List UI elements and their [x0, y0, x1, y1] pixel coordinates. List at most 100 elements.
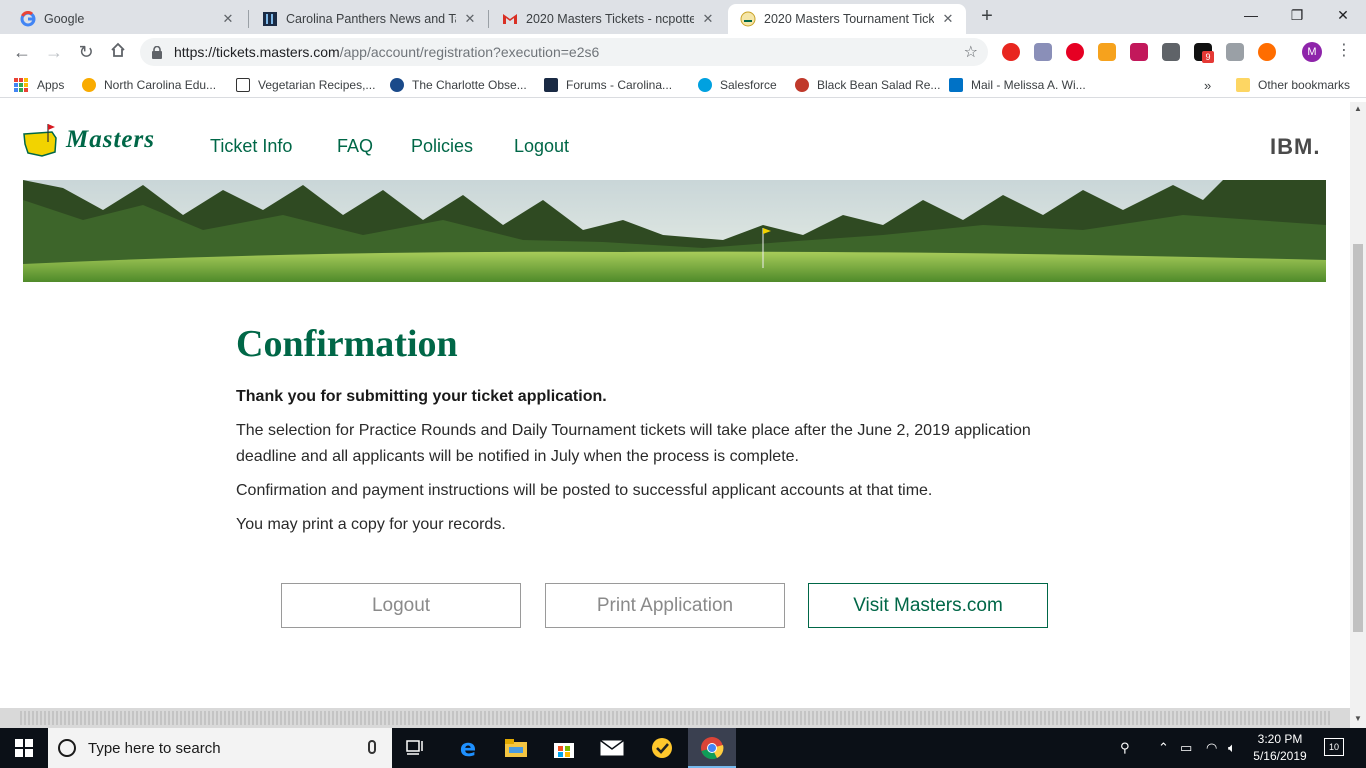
file-explorer-icon[interactable]: [502, 734, 530, 762]
nav-policies[interactable]: Policies: [411, 136, 473, 157]
mail-app-icon[interactable]: [598, 734, 626, 762]
bookmark-star-icon[interactable]: ☆: [964, 42, 978, 62]
tab-panthers[interactable]: Carolina Panthers News and Talk ✕: [250, 4, 488, 34]
bookmark-salesforce[interactable]: Salesforce: [698, 76, 777, 94]
address-bar[interactable]: https://tickets.masters.com/app/account/…: [140, 38, 988, 66]
bookmark-black-bean-salad[interactable]: Black Bean Salad Re...: [795, 76, 940, 94]
microsoft-store-icon[interactable]: [550, 734, 578, 762]
print-application-button[interactable]: Print Application: [545, 583, 785, 628]
bookmark-mail[interactable]: Mail - Melissa A. Wi...: [949, 76, 1086, 94]
norton-icon[interactable]: [648, 734, 676, 762]
masters-logo[interactable]: Masters: [22, 120, 182, 160]
maximize-button[interactable]: ❐: [1274, 0, 1320, 32]
windows-logo-icon: [15, 739, 33, 757]
vegetarian-icon: [236, 78, 250, 92]
back-icon[interactable]: ←: [10, 40, 34, 64]
extension-badge: 9: [1202, 51, 1214, 63]
bookmark-forums-carolina[interactable]: Forums - Carolina...: [544, 76, 672, 94]
close-icon[interactable]: ✕: [700, 11, 716, 27]
people-icon[interactable]: ⚲: [1120, 740, 1130, 756]
url-text: https://tickets.masters.com/app/account/…: [174, 44, 599, 60]
clock-time: 3:20 PM: [1257, 732, 1303, 746]
scroll-up-arrow[interactable]: ▲: [1350, 102, 1366, 116]
tab-separator: [488, 10, 489, 28]
tab-title: 2020 Masters Tournament Ticket: [764, 12, 934, 26]
reload-icon[interactable]: ↻: [74, 40, 98, 64]
site-header: Masters Ticket Info FAQ Policies Logout …: [0, 102, 1350, 180]
show-hidden-icons-chevron[interactable]: ⌃: [1158, 740, 1169, 756]
profile-avatar[interactable]: M: [1302, 42, 1322, 62]
adblock-extension-icon[interactable]: [1002, 43, 1020, 61]
close-icon[interactable]: ✕: [462, 11, 478, 27]
logout-button[interactable]: Logout: [281, 583, 521, 628]
chart-extension-icon[interactable]: [1162, 43, 1180, 61]
bookmark-label: Forums - Carolina...: [566, 78, 673, 92]
lock-icon: [152, 45, 166, 59]
scrollbar-thumb[interactable]: [1353, 244, 1363, 632]
system-clock[interactable]: 3:20 PM 5/16/2019: [1248, 731, 1312, 765]
tab-masters[interactable]: 2020 Masters Tournament Ticket ✕: [728, 4, 966, 34]
new-tab-button[interactable]: +: [976, 6, 998, 28]
evernote-extension-icon[interactable]: [1130, 43, 1148, 61]
volume-icon[interactable]: 🔈︎: [1228, 740, 1236, 756]
tab-google[interactable]: Google ✕: [8, 4, 246, 34]
bookmarks-overflow-button[interactable]: »: [1204, 76, 1211, 94]
bookmark-label: The Charlotte Obse...: [412, 78, 527, 92]
footer-band: [0, 708, 1350, 728]
confirmation-section: Confirmation Thank you for submitting yo…: [236, 322, 1056, 538]
honey-extension-icon[interactable]: [1258, 43, 1276, 61]
close-icon[interactable]: ✕: [940, 11, 956, 27]
wifi-icon[interactable]: ◠: [1206, 740, 1217, 756]
microphone-icon[interactable]: [368, 740, 376, 754]
close-icon[interactable]: ✕: [220, 11, 236, 27]
bookmark-label: Apps: [37, 78, 65, 92]
scroll-down-arrow[interactable]: ▼: [1350, 712, 1366, 726]
other-bookmarks[interactable]: Other bookmarks: [1236, 76, 1350, 94]
google-icon: [20, 11, 36, 27]
charlotte-observer-icon: [390, 78, 404, 92]
bookmark-apps[interactable]: Apps: [14, 76, 64, 94]
search-placeholder: Type here to search: [88, 739, 221, 757]
bookmarks-bar: Apps North Carolina Edu... Vegetarian Re…: [0, 70, 1366, 98]
puzzle-extension-icon[interactable]: [1034, 43, 1052, 61]
pinterest-icon[interactable]: [1066, 43, 1084, 61]
bag-extension-icon[interactable]: [1226, 43, 1244, 61]
visit-masters-button[interactable]: Visit Masters.com: [808, 583, 1048, 628]
url-host: https://tickets.masters.com: [174, 44, 340, 60]
page-scrollbar[interactable]: ▲ ▼: [1350, 102, 1366, 728]
tab-title: Carolina Panthers News and Talk: [286, 12, 456, 26]
bookmark-nc-edu[interactable]: North Carolina Edu...: [82, 76, 216, 94]
selection-paragraph: The selection for Practice Rounds and Da…: [236, 422, 1031, 465]
tab-gmail[interactable]: 2020 Masters Tickets - ncpotter@ ✕: [490, 4, 726, 34]
chrome-taskbar-button[interactable]: [688, 728, 736, 768]
home-icon[interactable]: [106, 40, 130, 64]
apps-grid-icon: [14, 78, 28, 92]
flower-icon: [795, 78, 809, 92]
amazon-extension-icon[interactable]: 9: [1194, 43, 1214, 63]
bookmark-label: Salesforce: [720, 78, 777, 92]
forward-icon[interactable]: →: [42, 40, 66, 64]
minimize-button[interactable]: —: [1228, 0, 1274, 32]
taskbar-search[interactable]: Type here to search: [48, 728, 392, 768]
salesforce-icon: [698, 78, 712, 92]
action-center-icon[interactable]: 10: [1324, 738, 1344, 756]
payment-paragraph: Confirmation and payment instructions wi…: [236, 482, 933, 499]
key-extension-icon[interactable]: [1098, 43, 1116, 61]
close-window-button[interactable]: ✕: [1320, 0, 1366, 32]
nav-logout[interactable]: Logout: [514, 136, 569, 157]
bookmark-vegetarian[interactable]: Vegetarian Recipes,...: [236, 76, 375, 94]
task-view-icon[interactable]: [402, 734, 430, 762]
folder-icon: [1236, 78, 1250, 92]
confirmation-lead: Thank you for submitting your ticket app…: [236, 388, 607, 405]
bookmark-label: North Carolina Edu...: [104, 78, 217, 92]
nav-ticket-info[interactable]: Ticket Info: [210, 136, 292, 157]
edge-browser-icon[interactable]: e: [454, 734, 482, 762]
menu-icon[interactable]: ⋮: [1334, 42, 1354, 62]
bookmark-charlotte-observer[interactable]: The Charlotte Obse...: [390, 76, 527, 94]
windows-start-button[interactable]: [0, 728, 48, 768]
windows-taskbar: Type here to search e ⚲ ⌃ ▭ ◠ 🔈︎ 3:20 PM…: [0, 728, 1366, 768]
print-paragraph: You may print a copy for your records.: [236, 516, 506, 533]
nav-faq[interactable]: FAQ: [337, 136, 373, 157]
battery-icon[interactable]: ▭: [1180, 740, 1192, 756]
clock-date: 5/16/2019: [1253, 749, 1307, 763]
